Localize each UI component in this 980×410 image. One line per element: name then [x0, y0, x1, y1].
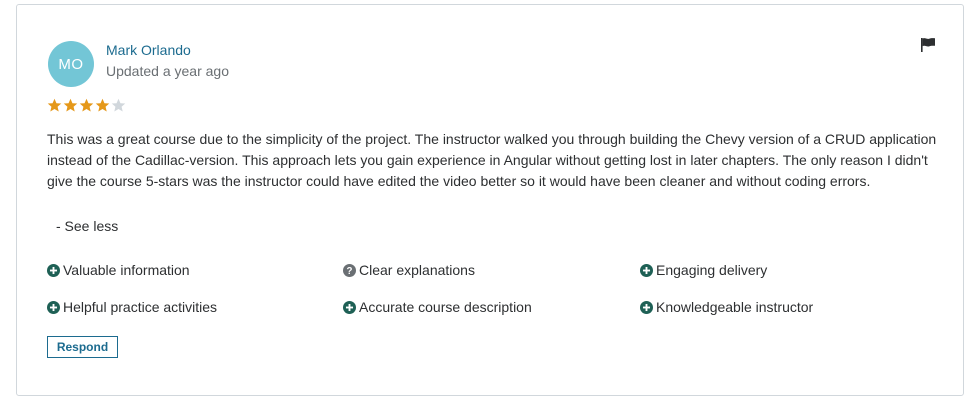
tag-clear-explanations: ? Clear explanations	[343, 262, 475, 278]
tag-engaging-delivery: Engaging delivery	[640, 262, 767, 278]
plus-circle-icon	[640, 263, 653, 277]
tag-valuable-information: Valuable information	[47, 262, 190, 278]
avatar: MO	[48, 41, 94, 87]
see-less-link[interactable]: - See less	[56, 218, 118, 234]
star-icon-5	[111, 98, 126, 112]
tag-label: Clear explanations	[359, 262, 475, 278]
plus-circle-icon	[343, 300, 356, 314]
question-circle-icon: ?	[343, 263, 356, 277]
star-icon-2	[63, 98, 78, 112]
tag-label: Engaging delivery	[656, 262, 768, 278]
tag-knowledgeable-instructor: Knowledgeable instructor	[640, 299, 813, 315]
tag-accurate-course-description: Accurate course description	[343, 299, 532, 315]
respond-button[interactable]: Respond	[47, 336, 118, 358]
review-card: MO Mark Orlando Updated a year ago This …	[16, 4, 964, 396]
plus-circle-icon	[47, 300, 60, 314]
tag-label: Knowledgeable instructor	[656, 299, 814, 315]
star-rating	[47, 98, 126, 113]
updated-time: Updated a year ago	[106, 63, 229, 79]
plus-circle-icon	[47, 263, 60, 277]
svg-text:?: ?	[347, 266, 353, 277]
star-icon-4	[95, 98, 110, 112]
plus-circle-icon	[640, 300, 653, 314]
tag-label: Helpful practice activities	[63, 299, 218, 315]
avatar-initials: MO	[58, 55, 84, 73]
review-text: This was a great course due to the simpl…	[47, 131, 937, 189]
tag-label: Accurate course description	[359, 299, 532, 315]
flag-icon[interactable]	[919, 37, 937, 53]
author-name[interactable]: Mark Orlando	[106, 42, 191, 58]
star-icon-3	[79, 98, 94, 112]
tag-helpful-practice-activities: Helpful practice activities	[47, 299, 217, 315]
tag-label: Valuable information	[63, 262, 190, 278]
star-icon-1	[47, 98, 62, 112]
